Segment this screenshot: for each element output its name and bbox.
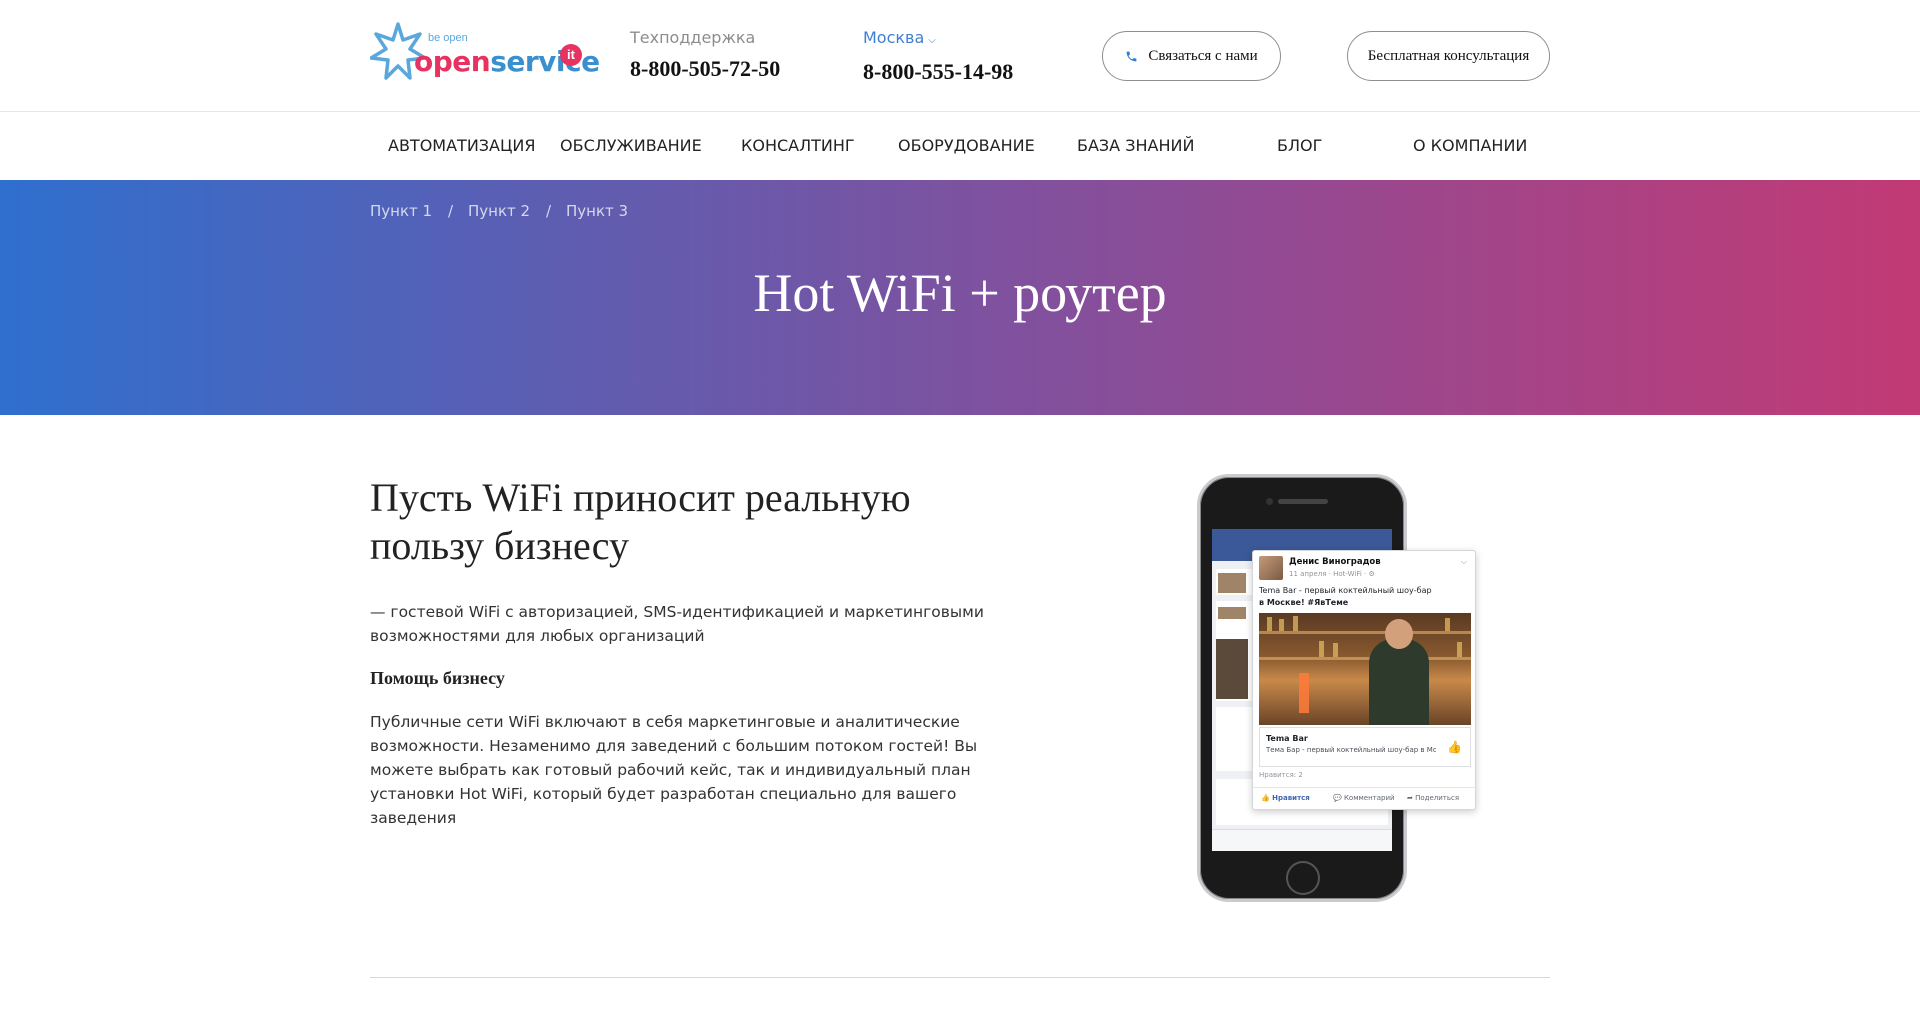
nav-item-service[interactable]: ОБСЛУЖИВАНИЕ — [560, 136, 702, 155]
feed-row — [1216, 707, 1256, 771]
avatar — [1259, 556, 1283, 580]
bar-photo — [1259, 613, 1471, 725]
page-title: Hot WiFi + роутер — [753, 263, 1167, 323]
body-text: Публичные сети WiFi включают в себя марк… — [370, 713, 978, 827]
post-author: Денис Виноградов — [1289, 557, 1381, 567]
comment-button[interactable]: 💬 Комментарий — [1333, 794, 1395, 802]
nav-item-equipment[interactable]: ОБОРУДОВАНИЕ — [898, 136, 1035, 155]
nav-item-knowledge-base[interactable]: БАЗА ЗНАНИЙ — [1077, 136, 1194, 155]
lead-text: — гостевой WiFi с авторизацией, SMS-иден… — [370, 603, 984, 645]
link-description: Тема Бар - первый коктейльный шоу-бар в … — [1266, 746, 1436, 754]
share-button[interactable]: ➦ Поделиться — [1407, 794, 1459, 802]
camera-icon — [1266, 498, 1273, 505]
site-header: be open openservice it Техподдержка 8-80… — [0, 0, 1920, 112]
support-phone[interactable]: 8-800-505-72-50 — [630, 56, 780, 82]
logo-badge: it — [560, 44, 582, 66]
breadcrumb-item-2[interactable]: Пункт 2 — [468, 202, 530, 220]
hero-banner: Пункт 1 / Пункт 2 / Пункт 3 Hot WiFi + р… — [0, 180, 1920, 415]
feed-thumb — [1218, 573, 1246, 593]
feed-thumb — [1218, 607, 1246, 619]
breadcrumb-item-1[interactable]: Пункт 1 — [370, 202, 432, 220]
nav-item-automation[interactable]: АВТОМАТИЗАЦИЯ — [388, 136, 536, 155]
chevron-down-icon: ⌵ — [928, 35, 936, 46]
logo[interactable]: be open openservice it — [370, 22, 600, 88]
city-phone[interactable]: 8-800-555-14-98 — [863, 59, 1013, 85]
link-title: Tema Bar — [1266, 734, 1308, 743]
section-divider — [370, 977, 1550, 978]
likes-count: Нравится: 2 — [1259, 771, 1303, 779]
main-nav: АВТОМАТИЗАЦИЯ ОБСЛУЖИВАНИЕ КОНСАЛТИНГ ОБ… — [0, 112, 1920, 180]
nav-item-blog[interactable]: БЛОГ — [1277, 136, 1322, 155]
city-phone-block: Москва ⌵ 8-800-555-14-98 — [863, 28, 1013, 85]
free-consultation-button[interactable]: Бесплатная консультация — [1347, 31, 1550, 81]
chevron-down-icon: ⌵ — [1460, 557, 1467, 566]
subheading: Помощь бизнесу — [370, 668, 505, 688]
like-button[interactable]: 👍 Нравится — [1261, 794, 1310, 802]
link-preview[interactable]: Tema Bar Тема Бар - первый коктейльный ш… — [1259, 727, 1471, 767]
breadcrumb-item-3[interactable]: Пункт 3 — [566, 202, 628, 220]
thumbs-up-icon: 👍 — [1447, 740, 1462, 754]
section-heading: Пусть WiFi приносит реальную пользу бизн… — [370, 475, 911, 568]
post-meta: 11 апреля · Hot-WiFi · ⚙ — [1289, 570, 1375, 578]
nav-item-consulting[interactable]: КОНСАЛТИНГ — [741, 136, 855, 155]
phone-icon — [1126, 51, 1137, 61]
logo-tagline: be open — [428, 32, 468, 44]
contact-button[interactable]: Связаться с нами — [1102, 31, 1281, 81]
breadcrumb-separator: / — [546, 202, 552, 220]
social-post-card: Денис Виноградов 11 апреля · Hot-WiFi · … — [1252, 550, 1477, 810]
speaker-icon — [1278, 499, 1328, 504]
nav-item-about[interactable]: О КОМПАНИИ — [1413, 136, 1527, 155]
post-actions: 👍 Нравится 💬 Комментарий ➦ Поделиться — [1253, 787, 1477, 809]
support-label: Техподдержка — [630, 28, 756, 47]
post-text: Tema Bar - первый коктейльный шоу-бар в … — [1259, 586, 1432, 607]
app-bottom-bar — [1212, 829, 1392, 851]
breadcrumb-separator: / — [448, 202, 454, 220]
support-phone-block: Техподдержка 8-800-505-72-50 — [630, 28, 780, 82]
feed-photo — [1216, 639, 1248, 699]
home-button-icon — [1286, 861, 1320, 895]
city-selector[interactable]: Москва ⌵ — [863, 28, 1013, 51]
